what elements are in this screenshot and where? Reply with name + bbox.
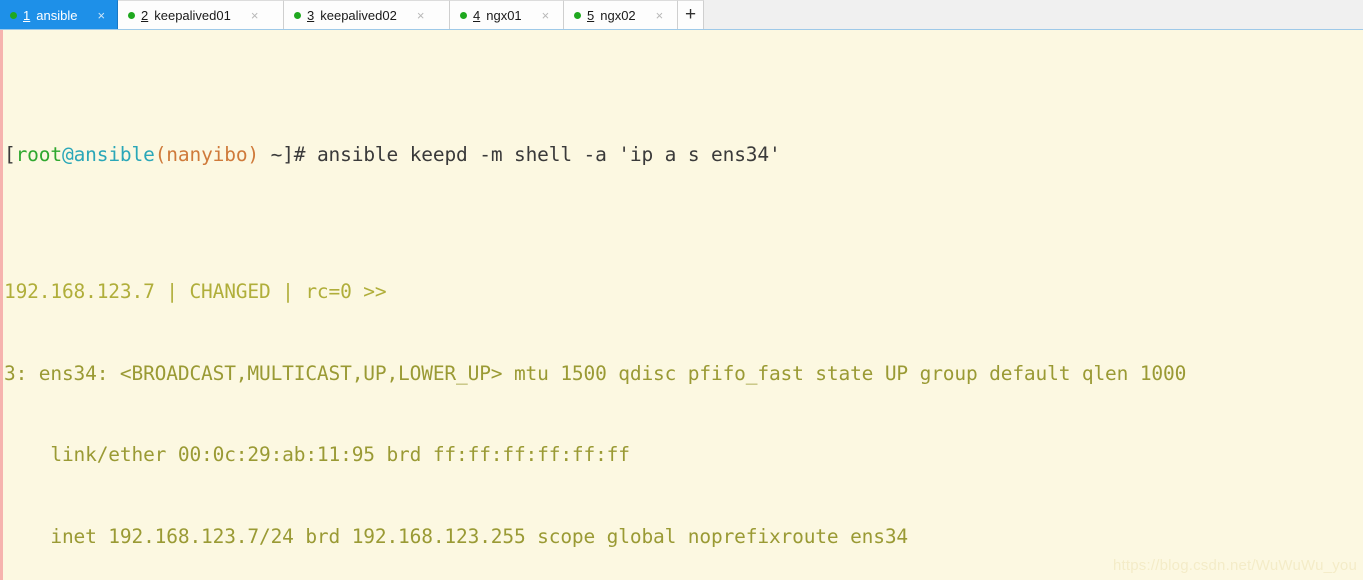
terminal-output-line: link/ether 00:0c:29:ab:11:95 brd ff:ff:f… xyxy=(4,443,630,467)
terminal-output-line: 3: ens34: <BROADCAST,MULTICAST,UP,LOWER_… xyxy=(4,361,1187,385)
terminal-output-line: inet 192.168.123.7/24 brd 192.168.123.25… xyxy=(4,525,909,549)
tab-status-dot-icon xyxy=(294,11,301,19)
tab-status-dot-icon xyxy=(10,11,17,19)
tab-number: 1 xyxy=(23,7,31,23)
terminal-command-line: [root@ansible(nanyibo) ~]# ansible keepd… xyxy=(4,141,1363,168)
prompt-open-bracket: [ xyxy=(4,143,16,167)
terminal-window[interactable]: [root@ansible(nanyibo) ~]# ansible keepd… xyxy=(0,30,1363,580)
tab-keepalived01[interactable]: 2 keepalived01 × xyxy=(118,0,284,29)
tab-number: 5 xyxy=(587,7,595,23)
prompt-user: root xyxy=(15,143,63,167)
tab-close-icon[interactable]: × xyxy=(251,9,259,22)
tab-label: keepalived02 xyxy=(320,7,397,23)
tab-close-icon[interactable]: × xyxy=(656,9,664,22)
terminal-typed-command: ansible keepd -m shell -a 'ip a s ens34' xyxy=(316,143,781,167)
tab-bar-filler xyxy=(704,0,1363,29)
tab-close-icon[interactable]: × xyxy=(97,9,105,22)
tab-number: 3 xyxy=(307,7,315,23)
prompt-directory: (nanyibo) xyxy=(154,143,260,167)
tab-ansible[interactable]: 1 ansible × xyxy=(0,0,118,29)
prompt-tail: ~]# xyxy=(259,143,317,167)
terminal-output-line: 192.168.123.7 | CHANGED | rc=0 >> xyxy=(4,279,387,303)
tab-status-dot-icon xyxy=(574,11,581,19)
tab-status-dot-icon xyxy=(128,11,135,19)
tab-ngx01[interactable]: 4 ngx01 × xyxy=(450,0,564,29)
new-tab-button[interactable]: + xyxy=(678,0,704,29)
terminal-tab-bar: 1 ansible × 2 keepalived01 × 3 keepalive… xyxy=(0,0,1363,30)
prompt-at-symbol: @ xyxy=(61,143,74,167)
tab-status-dot-icon xyxy=(460,11,467,19)
tab-number: 4 xyxy=(473,7,481,23)
tab-label: ngx02 xyxy=(600,7,636,23)
tab-label: keepalived01 xyxy=(154,7,231,23)
tab-close-icon[interactable]: × xyxy=(542,9,550,22)
tab-number: 2 xyxy=(141,7,149,23)
tab-keepalived02[interactable]: 3 keepalived02 × xyxy=(284,0,450,29)
terminal-left-accent-bar xyxy=(0,30,3,580)
watermark-text: https://blog.csdn.net/WuWuWu_you xyxy=(1112,557,1357,574)
tab-label: ngx01 xyxy=(486,7,522,23)
tab-ngx02[interactable]: 5 ngx02 × xyxy=(564,0,678,29)
terminal-screen[interactable]: [root@ansible(nanyibo) ~]# ansible keepd… xyxy=(4,32,1363,580)
tab-label: ansible xyxy=(36,7,78,23)
prompt-host: ansible xyxy=(73,143,155,167)
tab-close-icon[interactable]: × xyxy=(417,9,425,22)
